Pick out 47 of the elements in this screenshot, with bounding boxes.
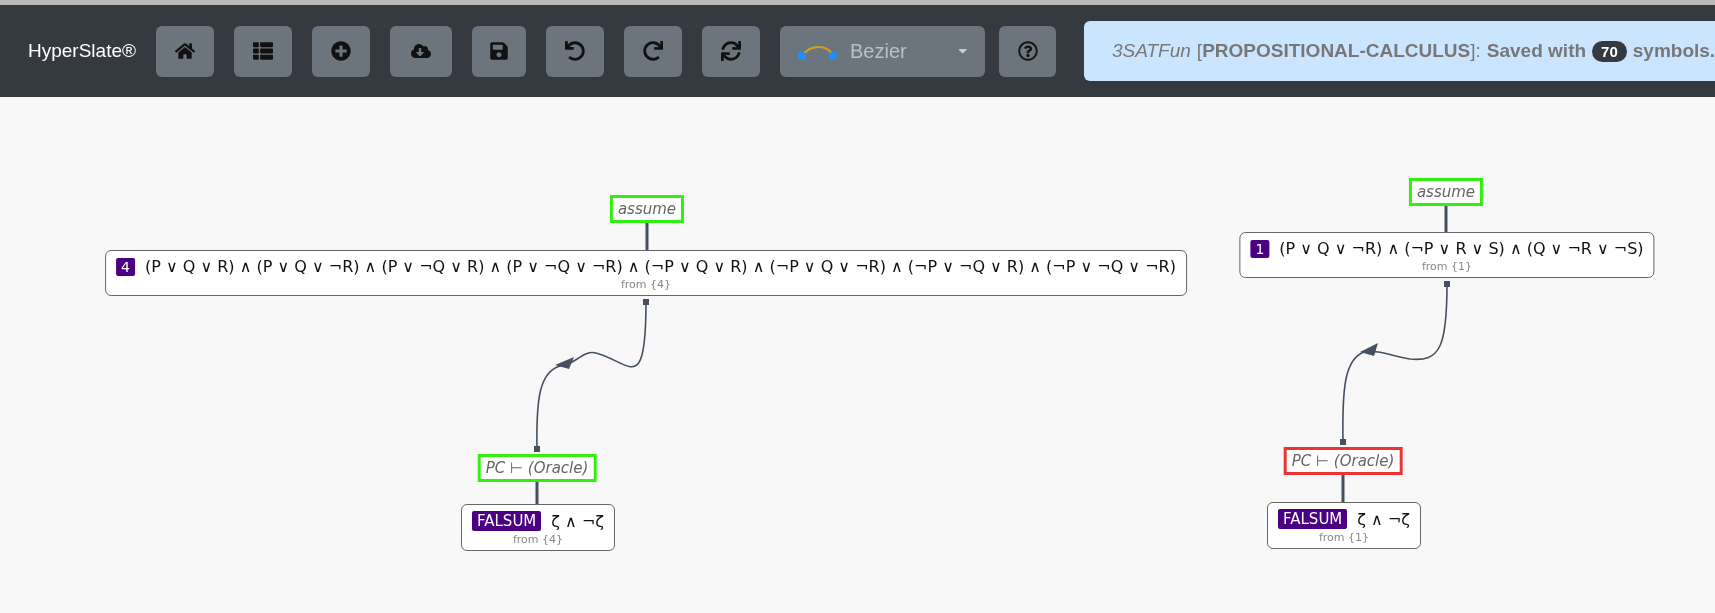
logic-name: [PROPOSITIONAL-CALCULUS]: [1196,40,1481,62]
redo-button[interactable] [624,25,682,77]
falsum-tag: FALSUM [1278,509,1348,529]
justification-label[interactable]: assume [1408,178,1484,206]
add-button[interactable] [312,25,370,77]
node-number: 4 [116,257,135,276]
from-reference: from {4} [512,533,564,546]
save-button[interactable] [472,25,526,77]
help-icon [1017,41,1038,61]
saved-text: Saved with [1486,40,1587,62]
symbols-text: symbols. [1632,40,1715,62]
formula-text: (P ∨ Q ∨ R) ∧ (P ∨ Q ∨ ¬R) ∧ (P ∨ ¬Q ∨ R) ∧ (P ∨ ¬Q ∨ ¬R) ∧ (¬P ∨ Q ∨ R) ∧ (¬P ∨ Q ∨ ¬R) ∧ (¬P ∨ ¬Q ∨ R) ∧ (¬P ∨ ¬Q ∨ ¬R) [145,257,1176,276]
connector-line [1341,474,1345,502]
justification-label[interactable]: assume [609,195,685,223]
from-reference: from {1} [1318,531,1370,544]
connector-line [1444,205,1448,232]
list-icon [253,41,273,61]
undo-icon [565,41,585,61]
formula-text: ζ ∧ ¬ζ [1357,509,1410,529]
document-name: 3SATFun [1112,40,1191,62]
refresh-icon [721,41,741,61]
formula-node[interactable]: 1 (P ∨ Q ∨ ¬R) ∧ (¬P ∨ R ∨ S) ∧ (Q ∨ ¬R ∨ ¬S) from {1} [1239,232,1655,278]
refresh-button[interactable] [702,25,760,77]
falsum-tag: FALSUM [472,511,542,531]
conclusion-node[interactable]: FALSUM ζ ∧ ¬ζ from {4} [461,504,615,551]
connector-line [645,222,649,250]
help-button[interactable] [999,25,1056,77]
save-icon [489,41,509,61]
undo-button[interactable] [546,25,604,77]
conclusion-node[interactable]: FALSUM ζ ∧ ¬ζ from {1} [1267,502,1421,549]
cloud-download-icon [411,41,431,61]
justification-label[interactable]: PC ⊢ (Oracle) [477,454,597,482]
home-button[interactable] [156,25,214,77]
app-brand: HyperSlate® [28,40,136,62]
formula-node[interactable]: 4 (P ∨ Q ∨ R) ∧ (P ∨ Q ∨ ¬R) ∧ (P ∨ ¬Q ∨ R) ∧ (P ∨ ¬Q ∨ ¬R) ∧ (¬P ∨ Q ∨ R) ∧ (¬P ∨ Q ∨ ¬R) ∧ (¬P ∨ ¬Q ∨ R) ∧ (¬P ∨ ¬Q ∨ ¬R) from {4} [105,250,1187,296]
node-number: 1 [1250,239,1270,258]
formula-text: (P ∨ Q ∨ ¬R) ∧ (¬P ∨ R ∨ S) ∧ (Q ∨ ¬R ∨ ¬S) [1279,239,1644,258]
connector-line [535,480,539,504]
justification-label[interactable]: PC ⊢ (Oracle) [1283,447,1403,475]
home-icon [175,41,195,61]
list-button[interactable] [234,25,292,77]
symbol-count-badge: 70 [1592,40,1627,62]
from-reference: from {4} [620,278,672,291]
download-button[interactable] [390,25,452,77]
from-reference: from {1} [1421,260,1473,273]
redo-icon [643,41,663,61]
formula-text: ζ ∧ ¬ζ [551,511,604,531]
